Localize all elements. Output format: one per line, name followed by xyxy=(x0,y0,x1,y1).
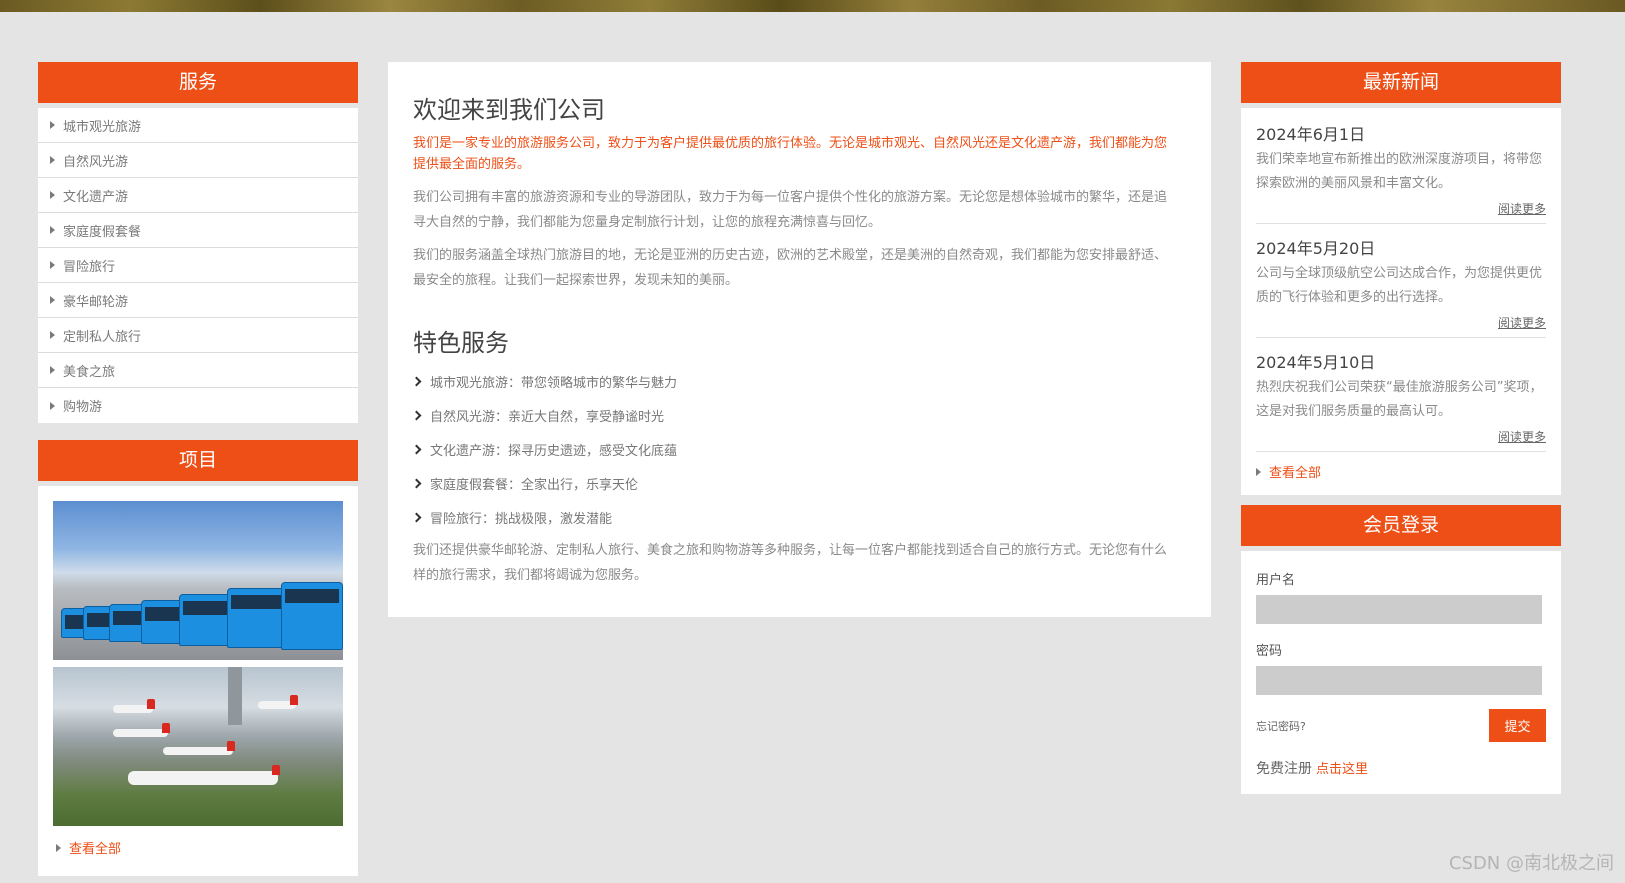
services-header: 服务 xyxy=(38,62,358,103)
airport-image[interactable] xyxy=(53,667,343,826)
news-date: 2024年6月1日 xyxy=(1256,125,1366,144)
news-item: 2024年5月10日 热烈庆祝我们公司荣获“最佳旅游服务公司”奖项，这是对我们服… xyxy=(1256,350,1546,452)
welcome-paragraph-2: 我们的服务涵盖全球热门旅游目的地，无论是亚洲的历史古迹，欧洲的艺术殿堂，还是美洲… xyxy=(413,248,1168,288)
password-input[interactable] xyxy=(1256,666,1542,695)
control-tower-shape xyxy=(228,667,242,725)
read-more-link[interactable]: 阅读更多 xyxy=(1256,200,1546,217)
news-date: 2024年5月10日 xyxy=(1256,353,1376,372)
feature-item: 文化遗产游：探寻历史遗迹，感受文化底蕴 xyxy=(411,432,1177,466)
feature-item: 自然风光游：亲近大自然，享受静谧时光 xyxy=(411,398,1177,432)
caret-right-icon xyxy=(50,401,55,410)
forgot-password-link[interactable]: 忘记密码? xyxy=(1256,718,1306,734)
service-item-food[interactable]: 美食之旅 xyxy=(38,353,358,388)
service-item-nature[interactable]: 自然风光游 xyxy=(38,143,358,178)
caret-right-icon xyxy=(50,261,55,269)
login-actions: 忘记密码? 提交 xyxy=(1256,709,1546,742)
caret-right-icon xyxy=(50,191,55,199)
login-panel: 用户名 密码 忘记密码? 提交 免费注册 点击这里 xyxy=(1241,551,1561,794)
projects-view-all-link[interactable]: 查看全部 xyxy=(53,838,343,857)
welcome-intro: 我们是一家专业的旅游服务公司，致力于为客户提供最优质的旅行体验。无论是城市观光、… xyxy=(413,136,1168,172)
feature-item: 冒险旅行：挑战极限，激发潜能 xyxy=(411,500,1177,534)
projects-header: 项目 xyxy=(38,440,358,481)
plane-shape xyxy=(128,765,280,785)
welcome-title: 欢迎来到我们公司 xyxy=(413,96,605,124)
news-text: 热烈庆祝我们公司荣获“最佳旅游服务公司”奖项，这是对我们服务质量的最高认可。 xyxy=(1256,380,1543,419)
news-text: 我们荣幸地宣布新推出的欧洲深度游项目，将带您探索欧洲的美丽风景和丰富文化。 xyxy=(1256,152,1543,191)
chevron-right-icon xyxy=(411,478,422,488)
login-header: 会员登录 xyxy=(1241,505,1561,546)
register-row: 免费注册 点击这里 xyxy=(1256,758,1546,778)
news-panel: 2024年6月1日 我们荣幸地宣布新推出的欧洲深度游项目，将带您探索欧洲的美丽风… xyxy=(1241,108,1561,495)
news-view-all-link[interactable]: 查看全部 xyxy=(1256,462,1546,481)
projects-panel: 查看全部 xyxy=(38,486,358,876)
chevron-right-icon xyxy=(411,512,422,522)
news-item: 2024年5月20日 公司与全球顶级航空公司达成合作，为您提供更优质的飞行体验和… xyxy=(1256,236,1546,338)
news-date: 2024年5月20日 xyxy=(1256,239,1376,258)
plane-shape xyxy=(113,699,155,713)
register-text: 免费注册 xyxy=(1256,761,1312,777)
left-column: 服务 城市观光旅游 自然风光游 文化遗产游 家庭度假套餐 冒险旅行 豪华邮轮游 … xyxy=(38,62,358,876)
read-more-link[interactable]: 阅读更多 xyxy=(1256,314,1546,331)
feature-item: 城市观光旅游：带您领略城市的繁华与魅力 xyxy=(411,364,1177,398)
features-list: 城市观光旅游：带您领略城市的繁华与魅力 自然风光游：亲近大自然，享受静谧时光 文… xyxy=(411,364,1177,534)
news-text: 公司与全球顶级航空公司达成合作，为您提供更优质的飞行体验和更多的出行选择。 xyxy=(1256,266,1543,305)
service-item-shopping[interactable]: 购物游 xyxy=(38,388,358,423)
features-title: 特色服务 xyxy=(413,329,509,357)
username-label: 用户名 xyxy=(1256,573,1296,588)
main-content: 欢迎来到我们公司 我们是一家专业的旅游服务公司，致力于为客户提供最优质的旅行体验… xyxy=(388,62,1211,617)
username-input[interactable] xyxy=(1256,595,1542,624)
bus-shape xyxy=(227,588,285,648)
caret-right-icon xyxy=(50,156,55,164)
plane-shape xyxy=(258,695,298,709)
bus-shape xyxy=(141,600,183,644)
read-more-link[interactable]: 阅读更多 xyxy=(1256,428,1546,445)
caret-right-icon xyxy=(50,331,55,339)
right-column: 最新新闻 2024年6月1日 我们荣幸地宣布新推出的欧洲深度游项目，将带您探索欧… xyxy=(1241,62,1561,794)
service-item-city[interactable]: 城市观光旅游 xyxy=(38,108,358,143)
service-item-heritage[interactable]: 文化遗产游 xyxy=(38,178,358,213)
caret-right-icon xyxy=(1256,467,1261,476)
service-item-private[interactable]: 定制私人旅行 xyxy=(38,318,358,353)
caret-right-icon xyxy=(50,296,55,304)
chevron-right-icon xyxy=(411,444,422,454)
watermark: CSDN @南北极之间 xyxy=(1448,853,1614,874)
news-header: 最新新闻 xyxy=(1241,62,1561,103)
services-list: 城市观光旅游 自然风光游 文化遗产游 家庭度假套餐 冒险旅行 豪华邮轮游 定制私… xyxy=(38,108,358,423)
bus-shape xyxy=(281,582,343,650)
top-banner-image xyxy=(0,0,1625,12)
chevron-right-icon xyxy=(411,410,422,420)
service-item-family[interactable]: 家庭度假套餐 xyxy=(38,213,358,248)
bus-shape xyxy=(179,594,231,646)
features-closing: 我们还提供豪华邮轮游、定制私人旅行、美食之旅和购物游等多种服务，让每一位客户都能… xyxy=(413,543,1168,583)
register-link[interactable]: 点击这里 xyxy=(1316,762,1368,777)
service-item-adventure[interactable]: 冒险旅行 xyxy=(38,248,358,283)
welcome-paragraph-1: 我们公司拥有丰富的旅游资源和专业的导游团队，致力于为每一位客户提供个性化的旅游方… xyxy=(413,190,1168,230)
caret-right-icon xyxy=(50,366,55,374)
plane-shape xyxy=(113,723,170,737)
caret-right-icon xyxy=(50,226,55,234)
chevron-right-icon xyxy=(411,376,422,386)
caret-right-icon xyxy=(50,121,55,129)
plane-shape xyxy=(163,741,235,755)
feature-item: 家庭度假套餐：全家出行，乐享天伦 xyxy=(411,466,1177,500)
bus-shape xyxy=(109,604,145,642)
news-item: 2024年6月1日 我们荣幸地宣布新推出的欧洲深度游项目，将带您探索欧洲的美丽风… xyxy=(1256,122,1546,224)
bus-fleet-image[interactable] xyxy=(53,501,343,660)
password-label: 密码 xyxy=(1256,644,1283,659)
submit-button[interactable]: 提交 xyxy=(1489,709,1546,742)
service-item-cruise[interactable]: 豪华邮轮游 xyxy=(38,283,358,318)
caret-right-icon xyxy=(56,843,61,852)
